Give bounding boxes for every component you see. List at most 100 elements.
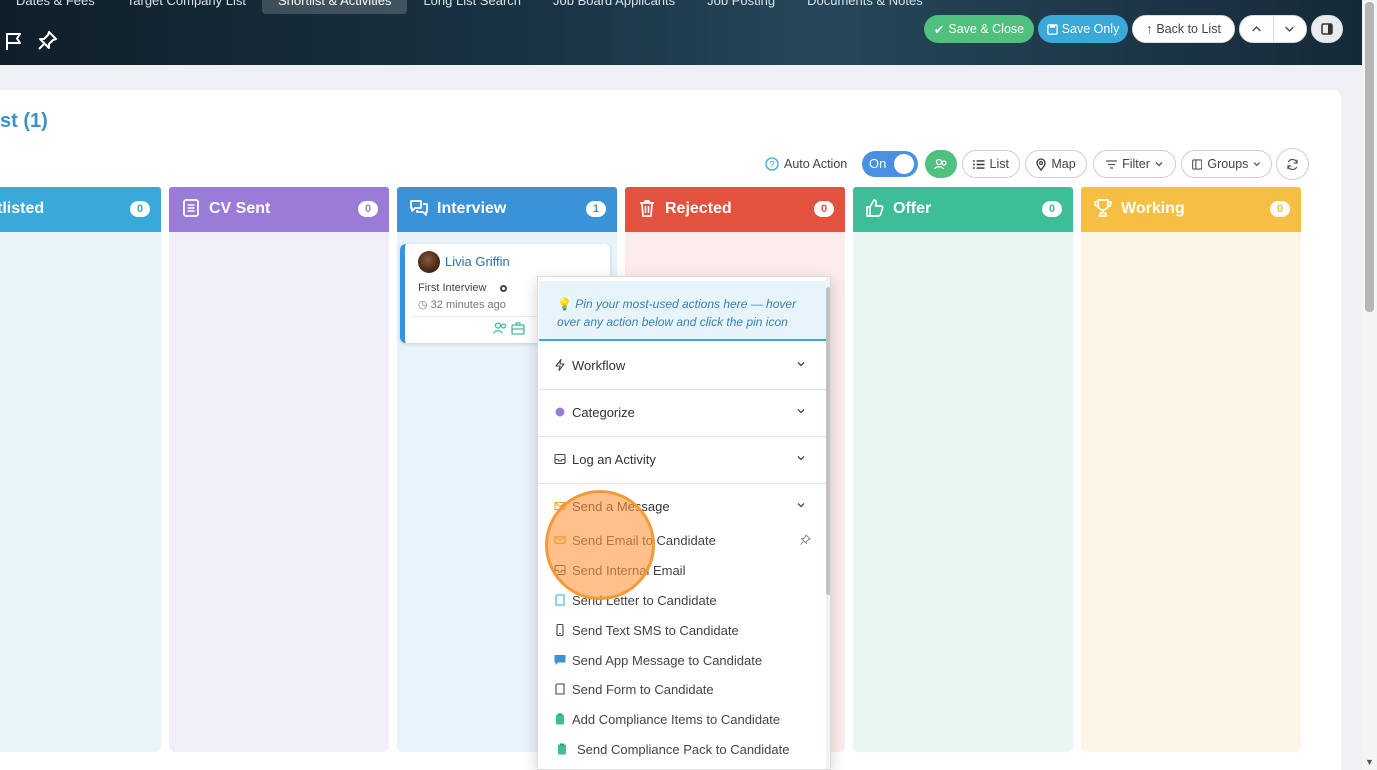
column-body-offer[interactable] [853, 232, 1073, 752]
chevron-down-icon [797, 362, 805, 367]
purple-dot-icon [555, 407, 565, 417]
scroll-down-arrow[interactable]: ▼ [1365, 757, 1374, 767]
clipboard-icon [558, 743, 566, 755]
tab-shortlist-activities[interactable]: Shortlist & Activities [262, 0, 408, 14]
send-text-sms-to-candidate[interactable]: Send Text SMS to Candidate [539, 618, 826, 644]
letter-icon [555, 594, 565, 606]
column-header-working[interactable]: Working 0 [1081, 187, 1301, 232]
column-header-interview[interactable]: Interview 1 [397, 187, 617, 232]
list-icon [973, 159, 985, 169]
chevron-down-icon[interactable] [1274, 16, 1306, 42]
pin-tip: 💡 Pin your most-used actions here — hove… [539, 281, 826, 341]
users-icon [934, 158, 947, 170]
tab-long-list-search[interactable]: Long List Search [407, 0, 537, 14]
section-workflow[interactable]: Workflow [539, 343, 826, 390]
message-bubble-icon [554, 655, 566, 665]
record-tabs: Dates & Fees Target Company List Shortli… [0, 0, 939, 14]
tab-job-posting[interactable]: Job Posting [691, 0, 791, 14]
document-icon [183, 199, 199, 217]
send-internal-email[interactable]: Send Internal Email [539, 558, 826, 584]
assign-users-button[interactable] [925, 150, 957, 178]
save-only-button[interactable]: Save Only [1038, 15, 1128, 43]
tab-documents-notes[interactable]: Documents & Notes [791, 0, 939, 14]
help-icon[interactable]: ? [765, 157, 779, 171]
tab-job-board-applicants[interactable]: Job Board Applicants [537, 0, 691, 14]
panel-icon [1321, 23, 1333, 35]
map-pin-icon [1036, 157, 1046, 171]
envelope-icon [554, 501, 566, 511]
send-compliance-pack-to-candidate[interactable]: Send Compliance Pack to Candidate [539, 737, 826, 763]
refresh-icon [1287, 158, 1298, 170]
page-scrollbar[interactable]: ▼ [1362, 0, 1377, 770]
count-badge: 0 [358, 201, 378, 217]
inbox-icon [554, 453, 566, 465]
chevron-down-icon [1253, 162, 1261, 167]
time-ago: ◷ 32 minutes ago [418, 299, 506, 311]
count-badge: 1 [586, 201, 606, 217]
auto-action-toggle[interactable]: On [862, 151, 918, 177]
stage-dot-icon [500, 285, 507, 292]
tab-target-company-list[interactable]: Target Company List [111, 0, 262, 14]
menu-scroll-thumb[interactable] [826, 287, 830, 595]
groups-dropdown[interactable]: Groups [1181, 150, 1272, 178]
prev-next-group [1239, 15, 1307, 43]
count-badge: 0 [130, 201, 150, 217]
save-close-button[interactable]: ✔ Save & Close [924, 15, 1034, 43]
envelope-icon [554, 535, 566, 545]
flag-icon[interactable] [3, 30, 25, 52]
count-badge: 0 [1042, 201, 1062, 217]
list-view-button[interactable]: List [962, 150, 1020, 178]
trophy-icon [1094, 199, 1112, 217]
inbox-icon [554, 564, 566, 576]
trash-icon [640, 200, 654, 217]
column-header-rejected[interactable]: Rejected 0 [625, 187, 845, 232]
back-to-list-button[interactable]: ↑ Back to List [1132, 15, 1235, 43]
chevron-down-icon [797, 409, 805, 414]
avatar [418, 251, 440, 273]
tab-dates-fees[interactable]: Dates & Fees [0, 0, 111, 14]
check-icon: ✔ [933, 22, 945, 37]
refresh-button[interactable] [1276, 148, 1309, 180]
send-email-to-candidate[interactable]: Send Email to Candidate [539, 528, 826, 554]
map-view-button[interactable]: Map [1025, 150, 1087, 178]
send-form-to-candidate[interactable]: Send Form to Candidate [539, 677, 826, 703]
lightbulb-icon: 💡 [557, 297, 572, 311]
send-app-message-to-candidate[interactable]: Send App Message to Candidate [539, 648, 826, 674]
pin-icon[interactable] [36, 30, 58, 52]
chat-icon [410, 200, 428, 216]
auto-action-label: ? Auto Action [765, 150, 847, 178]
clock-icon: ◷ [418, 299, 428, 311]
sidebar-toggle-button[interactable] [1311, 15, 1343, 43]
pin-icon[interactable] [799, 534, 811, 546]
briefcase-icon[interactable] [511, 321, 525, 335]
column-body-cv-sent[interactable] [169, 232, 389, 752]
menu-scrollbar[interactable] [826, 277, 830, 769]
top-header: Dates & Fees Target Company List Shortli… [0, 0, 1362, 65]
count-badge: 0 [1270, 201, 1290, 217]
lightning-icon [555, 359, 565, 371]
column-body-working[interactable] [1081, 232, 1301, 752]
filter-dropdown[interactable]: Filter [1093, 150, 1176, 178]
users-icon[interactable] [493, 321, 507, 335]
chevron-down-icon [797, 503, 805, 508]
arrow-up-icon: ↑ [1146, 22, 1153, 36]
filter-icon [1106, 159, 1118, 169]
add-compliance-items-to-candidate[interactable]: Add Compliance Items to Candidate [539, 707, 826, 733]
column-header-shortlisted[interactable]: ortlisted 0 [0, 187, 161, 232]
svg-text:?: ? [769, 160, 774, 170]
actions-dropdown-menu: 💡 Pin your most-used actions here — hove… [537, 276, 831, 770]
count-badge: 0 [814, 201, 834, 217]
column-header-offer[interactable]: Offer 0 [853, 187, 1073, 232]
columns-icon [1192, 158, 1203, 170]
section-log-activity[interactable]: Log an Activity [539, 437, 826, 484]
candidate-name-link[interactable]: Livia Griffin [445, 254, 510, 269]
section-categorize[interactable]: Categorize [539, 390, 826, 437]
section-send-message[interactable]: Send a Message [539, 484, 826, 531]
thumbs-up-icon [866, 199, 884, 217]
column-body-shortlisted[interactable] [0, 232, 161, 752]
column-header-cv-sent[interactable]: CV Sent 0 [169, 187, 389, 232]
chevron-down-icon [797, 456, 805, 461]
send-letter-to-candidate[interactable]: Send Letter to Candidate [539, 588, 826, 614]
chevron-up-icon[interactable] [1240, 16, 1273, 42]
scroll-thumb[interactable] [1365, 2, 1374, 312]
